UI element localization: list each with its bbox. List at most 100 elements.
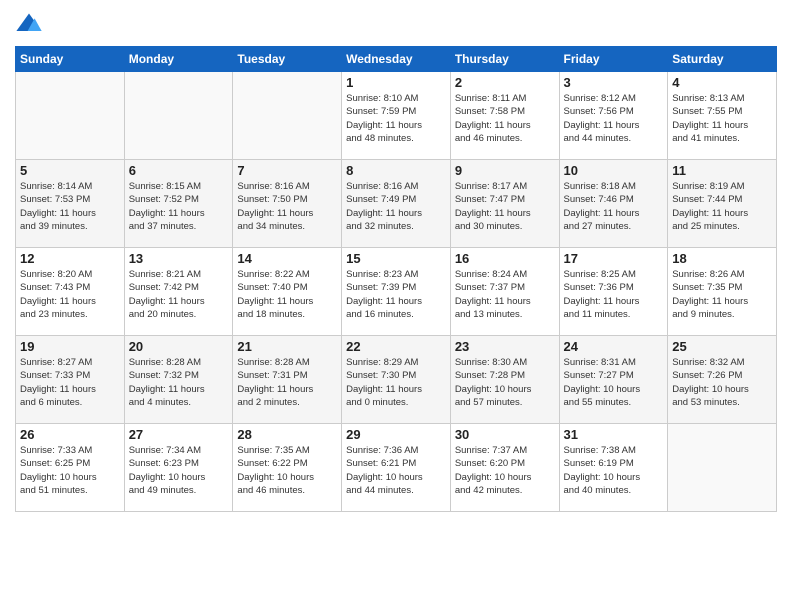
calendar-cell: 12 Sunrise: 8:20 AM Sunset: 7:43 PM Dayli… bbox=[16, 248, 125, 336]
calendar-cell: 8Sunrise: 8:16 AM Sunset: 7:49 PM Daylig… bbox=[342, 160, 451, 248]
calendar-cell: 10 Sunrise: 8:18 AM Sunset: 7:46 PM Dayli… bbox=[559, 160, 668, 248]
day-info: Sunrise: 8:12 AM Sunset: 7:56 PM Dayligh… bbox=[564, 92, 664, 145]
day-number: 10 bbox=[564, 163, 664, 178]
calendar-cell bbox=[668, 424, 777, 512]
calendar-cell bbox=[233, 72, 342, 160]
weekday-header-thursday: Thursday bbox=[450, 47, 559, 72]
calendar-cell: 13Sunrise: 8:21 AM Sunset: 7:42 PM Dayli… bbox=[124, 248, 233, 336]
day-number: 31 bbox=[564, 427, 664, 442]
day-info: Sunrise: 8:31 AM Sunset: 7:27 PM Dayligh… bbox=[564, 356, 664, 409]
weekday-header-tuesday: Tuesday bbox=[233, 47, 342, 72]
calendar-cell: 3 Sunrise: 8:12 AM Sunset: 7:56 PM Daylig… bbox=[559, 72, 668, 160]
calendar-cell: 31 Sunrise: 7:38 AM Sunset: 6:19 PM Dayli… bbox=[559, 424, 668, 512]
logo-icon bbox=[15, 10, 43, 38]
day-number: 2 bbox=[455, 75, 555, 90]
day-number: 7 bbox=[237, 163, 337, 178]
day-number: 24 bbox=[564, 339, 664, 354]
calendar-cell: 25 Sunrise: 8:32 AM Sunset: 7:26 PM Dayli… bbox=[668, 336, 777, 424]
day-info: Sunrise: 7:35 AM Sunset: 6:22 PM Dayligh… bbox=[237, 444, 337, 497]
calendar-cell: 11 Sunrise: 8:19 AM Sunset: 7:44 PM Dayli… bbox=[668, 160, 777, 248]
day-info: Sunrise: 8:16 AM Sunset: 7:49 PM Dayligh… bbox=[346, 180, 446, 233]
calendar-cell bbox=[124, 72, 233, 160]
day-number: 26 bbox=[20, 427, 120, 442]
calendar-cell: 9Sunrise: 8:17 AM Sunset: 7:47 PM Daylig… bbox=[450, 160, 559, 248]
day-number: 6 bbox=[129, 163, 229, 178]
calendar-cell: 21Sunrise: 8:28 AM Sunset: 7:31 PM Dayli… bbox=[233, 336, 342, 424]
day-info: Sunrise: 8:26 AM Sunset: 7:35 PM Dayligh… bbox=[672, 268, 772, 321]
day-info: Sunrise: 8:10 AM Sunset: 7:59 PM Dayligh… bbox=[346, 92, 446, 145]
calendar-cell: 30Sunrise: 7:37 AM Sunset: 6:20 PM Dayli… bbox=[450, 424, 559, 512]
calendar-cell: 15 Sunrise: 8:23 AM Sunset: 7:39 PM Dayli… bbox=[342, 248, 451, 336]
day-number: 16 bbox=[455, 251, 555, 266]
calendar-week-5: 26 Sunrise: 7:33 AM Sunset: 6:25 PM Dayli… bbox=[16, 424, 777, 512]
day-number: 5 bbox=[20, 163, 120, 178]
weekday-header-wednesday: Wednesday bbox=[342, 47, 451, 72]
day-info: Sunrise: 7:38 AM Sunset: 6:19 PM Dayligh… bbox=[564, 444, 664, 497]
day-info: Sunrise: 8:13 AM Sunset: 7:55 PM Dayligh… bbox=[672, 92, 772, 145]
day-info: Sunrise: 7:36 AM Sunset: 6:21 PM Dayligh… bbox=[346, 444, 446, 497]
calendar-cell: 5 Sunrise: 8:14 AM Sunset: 7:53 PM Daylig… bbox=[16, 160, 125, 248]
day-info: Sunrise: 7:33 AM Sunset: 6:25 PM Dayligh… bbox=[20, 444, 120, 497]
calendar-cell: 23 Sunrise: 8:30 AM Sunset: 7:28 PM Dayli… bbox=[450, 336, 559, 424]
day-info: Sunrise: 7:34 AM Sunset: 6:23 PM Dayligh… bbox=[129, 444, 229, 497]
day-number: 1 bbox=[346, 75, 446, 90]
day-number: 27 bbox=[129, 427, 229, 442]
day-info: Sunrise: 8:22 AM Sunset: 7:40 PM Dayligh… bbox=[237, 268, 337, 321]
calendar-cell: 24 Sunrise: 8:31 AM Sunset: 7:27 PM Dayli… bbox=[559, 336, 668, 424]
calendar-cell: 2 Sunrise: 8:11 AM Sunset: 7:58 PM Daylig… bbox=[450, 72, 559, 160]
day-number: 17 bbox=[564, 251, 664, 266]
day-info: Sunrise: 8:18 AM Sunset: 7:46 PM Dayligh… bbox=[564, 180, 664, 233]
day-info: Sunrise: 8:14 AM Sunset: 7:53 PM Dayligh… bbox=[20, 180, 120, 233]
day-number: 29 bbox=[346, 427, 446, 442]
calendar-cell: 4 Sunrise: 8:13 AM Sunset: 7:55 PM Daylig… bbox=[668, 72, 777, 160]
calendar-week-1: 1 Sunrise: 8:10 AM Sunset: 7:59 PM Daylig… bbox=[16, 72, 777, 160]
day-info: Sunrise: 8:30 AM Sunset: 7:28 PM Dayligh… bbox=[455, 356, 555, 409]
header bbox=[15, 10, 777, 38]
day-info: Sunrise: 8:21 AM Sunset: 7:42 PM Dayligh… bbox=[129, 268, 229, 321]
calendar-cell: 18 Sunrise: 8:26 AM Sunset: 7:35 PM Dayli… bbox=[668, 248, 777, 336]
day-info: Sunrise: 8:32 AM Sunset: 7:26 PM Dayligh… bbox=[672, 356, 772, 409]
calendar-cell: 14 Sunrise: 8:22 AM Sunset: 7:40 PM Dayli… bbox=[233, 248, 342, 336]
day-info: Sunrise: 8:11 AM Sunset: 7:58 PM Dayligh… bbox=[455, 92, 555, 145]
day-number: 11 bbox=[672, 163, 772, 178]
day-number: 25 bbox=[672, 339, 772, 354]
calendar-week-2: 5 Sunrise: 8:14 AM Sunset: 7:53 PM Daylig… bbox=[16, 160, 777, 248]
day-number: 4 bbox=[672, 75, 772, 90]
day-number: 22 bbox=[346, 339, 446, 354]
weekday-header-monday: Monday bbox=[124, 47, 233, 72]
calendar-cell: 1 Sunrise: 8:10 AM Sunset: 7:59 PM Daylig… bbox=[342, 72, 451, 160]
day-info: Sunrise: 8:25 AM Sunset: 7:36 PM Dayligh… bbox=[564, 268, 664, 321]
day-number: 21 bbox=[237, 339, 337, 354]
day-info: Sunrise: 8:15 AM Sunset: 7:52 PM Dayligh… bbox=[129, 180, 229, 233]
calendar-cell: 7Sunrise: 8:16 AM Sunset: 7:50 PM Daylig… bbox=[233, 160, 342, 248]
page: SundayMondayTuesdayWednesdayThursdayFrid… bbox=[0, 0, 792, 612]
day-info: Sunrise: 8:28 AM Sunset: 7:32 PM Dayligh… bbox=[129, 356, 229, 409]
weekday-header-sunday: Sunday bbox=[16, 47, 125, 72]
day-number: 3 bbox=[564, 75, 664, 90]
day-info: Sunrise: 8:19 AM Sunset: 7:44 PM Dayligh… bbox=[672, 180, 772, 233]
day-number: 28 bbox=[237, 427, 337, 442]
calendar-cell: 6 Sunrise: 8:15 AM Sunset: 7:52 PM Daylig… bbox=[124, 160, 233, 248]
calendar-cell: 26 Sunrise: 7:33 AM Sunset: 6:25 PM Dayli… bbox=[16, 424, 125, 512]
calendar-cell: 22 Sunrise: 8:29 AM Sunset: 7:30 PM Dayli… bbox=[342, 336, 451, 424]
calendar-body: 1 Sunrise: 8:10 AM Sunset: 7:59 PM Daylig… bbox=[16, 72, 777, 512]
calendar-week-4: 19Sunrise: 8:27 AM Sunset: 7:33 PM Dayli… bbox=[16, 336, 777, 424]
calendar-header: SundayMondayTuesdayWednesdayThursdayFrid… bbox=[16, 47, 777, 72]
day-number: 19 bbox=[20, 339, 120, 354]
day-number: 18 bbox=[672, 251, 772, 266]
calendar-cell: 20 Sunrise: 8:28 AM Sunset: 7:32 PM Dayli… bbox=[124, 336, 233, 424]
day-number: 20 bbox=[129, 339, 229, 354]
day-number: 14 bbox=[237, 251, 337, 266]
day-info: Sunrise: 8:29 AM Sunset: 7:30 PM Dayligh… bbox=[346, 356, 446, 409]
day-number: 15 bbox=[346, 251, 446, 266]
day-info: Sunrise: 8:20 AM Sunset: 7:43 PM Dayligh… bbox=[20, 268, 120, 321]
calendar-cell: 16Sunrise: 8:24 AM Sunset: 7:37 PM Dayli… bbox=[450, 248, 559, 336]
day-info: Sunrise: 8:23 AM Sunset: 7:39 PM Dayligh… bbox=[346, 268, 446, 321]
weekday-header-saturday: Saturday bbox=[668, 47, 777, 72]
calendar-cell: 28 Sunrise: 7:35 AM Sunset: 6:22 PM Dayli… bbox=[233, 424, 342, 512]
calendar-cell bbox=[16, 72, 125, 160]
logo bbox=[15, 10, 47, 38]
day-number: 23 bbox=[455, 339, 555, 354]
day-number: 12 bbox=[20, 251, 120, 266]
day-info: Sunrise: 8:17 AM Sunset: 7:47 PM Dayligh… bbox=[455, 180, 555, 233]
